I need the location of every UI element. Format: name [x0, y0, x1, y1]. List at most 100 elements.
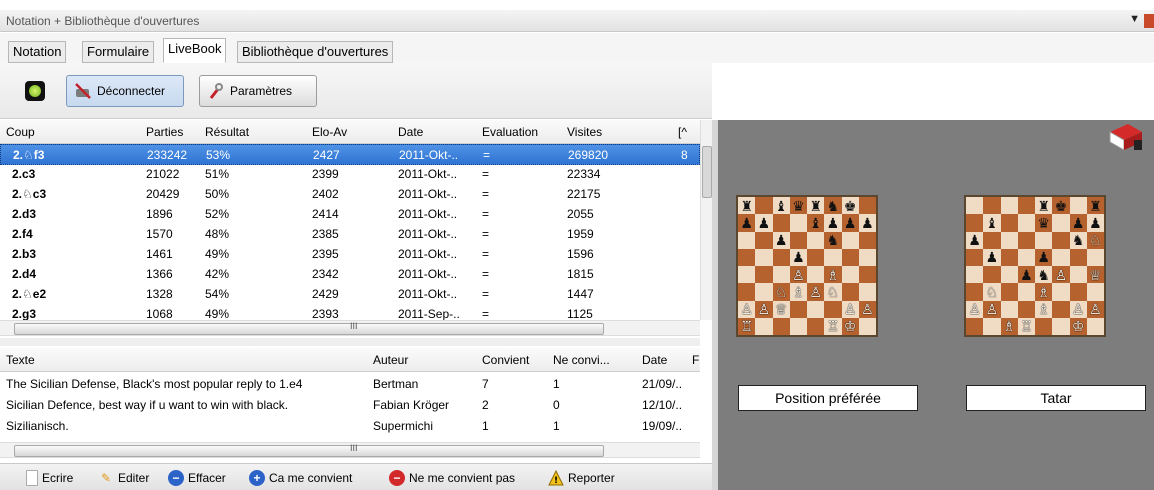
cell-move: 2.d3: [12, 207, 37, 221]
board-square: [858, 317, 876, 335]
board-square: ♘: [983, 283, 1001, 301]
board-square: [1000, 214, 1018, 232]
board-square: [966, 197, 984, 215]
col-parties[interactable]: Parties: [146, 125, 183, 139]
col-evaluation[interactable]: Evaluation: [482, 125, 538, 139]
col-auteur[interactable]: Auteur: [373, 353, 408, 367]
table-row[interactable]: 2.♘e2 1328 54% 2429 2011-Okt-.. = 1447: [0, 284, 700, 305]
board-square: [983, 317, 1001, 335]
tatar-position-board[interactable]: ♜ ♚ ♜ ♝ ♛ ♟ ♟ ♟ ♞ ♘ ♟ ♟ ♟ ♞ ♙ ♕ ♘ ♗ ♙ ♙ ♗ ♙ ♙ ♗ ♖ ♔: [964, 195, 1106, 337]
like-button[interactable]: + Ca me convient: [249, 470, 352, 486]
comments-hscroll-thumb[interactable]: [14, 445, 604, 457]
close-panel-icon[interactable]: [1144, 14, 1154, 28]
table-row[interactable]: 2.d4 1366 42% 2342 2011-Okt-.. = 1815: [0, 264, 700, 285]
board-square: [789, 300, 807, 318]
board-square: ♘: [1086, 231, 1104, 249]
comment-row[interactable]: Sicilian Defence, best way if u want to …: [0, 395, 700, 416]
table-row[interactable]: 2.f4 1570 48% 2385 2011-Okt-.. = 1959: [0, 224, 700, 245]
panel-menu-icon[interactable]: ▼: [1129, 13, 1140, 25]
board-square: [772, 266, 790, 284]
comment-author: Supermichi: [373, 419, 434, 433]
col-resultat[interactable]: Résultat: [205, 125, 249, 139]
edit-button[interactable]: ✎ Editer: [98, 470, 149, 486]
board-square: [983, 197, 1001, 215]
write-button[interactable]: Ecrire: [26, 470, 73, 486]
board-square: ♕: [1086, 266, 1104, 284]
board-square: ♟: [755, 214, 773, 232]
cell-date: 2011-Okt-..: [398, 287, 458, 301]
cell-move: 2.f4: [12, 227, 33, 241]
table-row[interactable]: 2.g3 1068 49% 2393 2011-Sep-.. = 1125: [0, 304, 700, 320]
board-square: ♙: [807, 283, 825, 301]
settings-button[interactable]: Paramètres: [199, 75, 317, 107]
pane-splitter[interactable]: [0, 338, 700, 346]
board-square: [1086, 283, 1104, 301]
board-square: ♟: [841, 214, 859, 232]
cell-elo: 2385: [312, 227, 339, 241]
toolbar: Déconnecter Paramètres: [0, 63, 712, 119]
cell-elo: 2427: [313, 148, 340, 162]
chess-piece-icon: ♙: [740, 301, 753, 318]
board-square: [755, 248, 773, 266]
col-ne-convient[interactable]: Ne convi...: [553, 353, 610, 367]
disconnect-icon: [73, 81, 93, 101]
panel-titlebar: Notation + Bibliothèque d'ouvertures ▼: [0, 10, 1154, 32]
table-row[interactable]: 2.c3 21022 51% 2399 2011-Okt-.. = 22334: [0, 164, 700, 185]
cell-eval: =: [482, 267, 490, 281]
board-square: [1017, 283, 1035, 301]
tab-bibliotheque[interactable]: Bibliothèque d'ouvertures: [237, 41, 394, 63]
moves-vertical-scrollbar[interactable]: [700, 120, 712, 320]
moves-scroll-thumb[interactable]: [702, 146, 712, 198]
col-extra[interactable]: [^: [678, 125, 687, 139]
comment-row[interactable]: Sizilianisch. Supermichi 1 1 19/09/..: [0, 416, 700, 437]
tab-formulaire[interactable]: Formulaire: [82, 41, 155, 63]
dislike-button[interactable]: − Ne me convient pas: [389, 470, 515, 486]
tab-notation[interactable]: Notation: [8, 41, 67, 63]
table-row[interactable]: 2.♘f3 233242 53% 2427 2011-Okt-.. = 269820 8: [0, 144, 700, 165]
board-square: ♙: [966, 300, 984, 318]
table-row[interactable]: 2.♘c3 20429 50% 2402 2011-Okt-.. = 22175: [0, 184, 700, 205]
col-elo[interactable]: Elo-Av: [312, 125, 347, 139]
board-square: [841, 248, 859, 266]
tab-livebook[interactable]: LiveBook: [163, 38, 227, 63]
book-icon: [1109, 124, 1142, 151]
comment-date: 19/09/..: [642, 419, 683, 433]
table-row[interactable]: 2.d3 1896 52% 2414 2011-Okt-.. = 2055: [0, 204, 700, 225]
comment-agree: 1: [482, 419, 489, 433]
cell-games: 1896: [146, 207, 173, 221]
chess-piece-icon: ♟: [757, 214, 771, 231]
col-texte[interactable]: Texte: [6, 353, 35, 367]
delete-button[interactable]: − Effacer: [168, 470, 226, 486]
cell-move: 2.♘e2: [12, 287, 47, 301]
report-button[interactable]: ! Reporter: [548, 470, 615, 486]
board-square: [1035, 231, 1053, 249]
comments-horizontal-scrollbar[interactable]: III: [0, 442, 700, 458]
table-row[interactable]: 2.b3 1461 49% 2395 2011-Okt-.. = 1596: [0, 244, 700, 265]
chess-piece-icon: ♝: [774, 197, 788, 214]
connection-status-icon: [25, 81, 45, 101]
board-square: ♟: [1035, 248, 1053, 266]
board-square: [789, 317, 807, 335]
tatar-label: Tatar: [966, 385, 1146, 411]
col-coup[interactable]: Coup: [6, 125, 35, 139]
comment-disagree: 1: [553, 377, 560, 391]
chess-piece-icon: ♗: [1037, 301, 1050, 318]
col-comment-extra[interactable]: F: [692, 353, 699, 367]
col-comment-date[interactable]: Date: [642, 353, 667, 367]
board-square: [824, 248, 842, 266]
board-square: [1017, 197, 1035, 215]
board-square: [755, 197, 773, 215]
cell-move: 2.b3: [12, 247, 37, 261]
board-square: [858, 231, 876, 249]
moves-hscroll-thumb[interactable]: [14, 323, 604, 335]
cell-date: 2011-Okt-..: [398, 207, 458, 221]
board-square: [1052, 248, 1070, 266]
disconnect-button[interactable]: Déconnecter: [66, 75, 184, 107]
col-date[interactable]: Date: [398, 125, 423, 139]
comment-row[interactable]: The Sicilian Defense, Black's most popul…: [0, 374, 700, 395]
col-convient[interactable]: Convient: [482, 353, 529, 367]
moves-horizontal-scrollbar[interactable]: III: [0, 320, 700, 336]
board-square: [966, 317, 984, 335]
col-visites[interactable]: Visites: [567, 125, 602, 139]
preferred-position-board[interactable]: ♜ ♝ ♛ ♜ ♞ ♚ ♟ ♟ ♝ ♟ ♟ ♟ ♟ ♞ ♟ ♙ ♗ ♘ ♗ ♙ ♘ ♙ ♙ ♕ ♙ ♙ ♖ ♖ ♔: [736, 195, 878, 337]
